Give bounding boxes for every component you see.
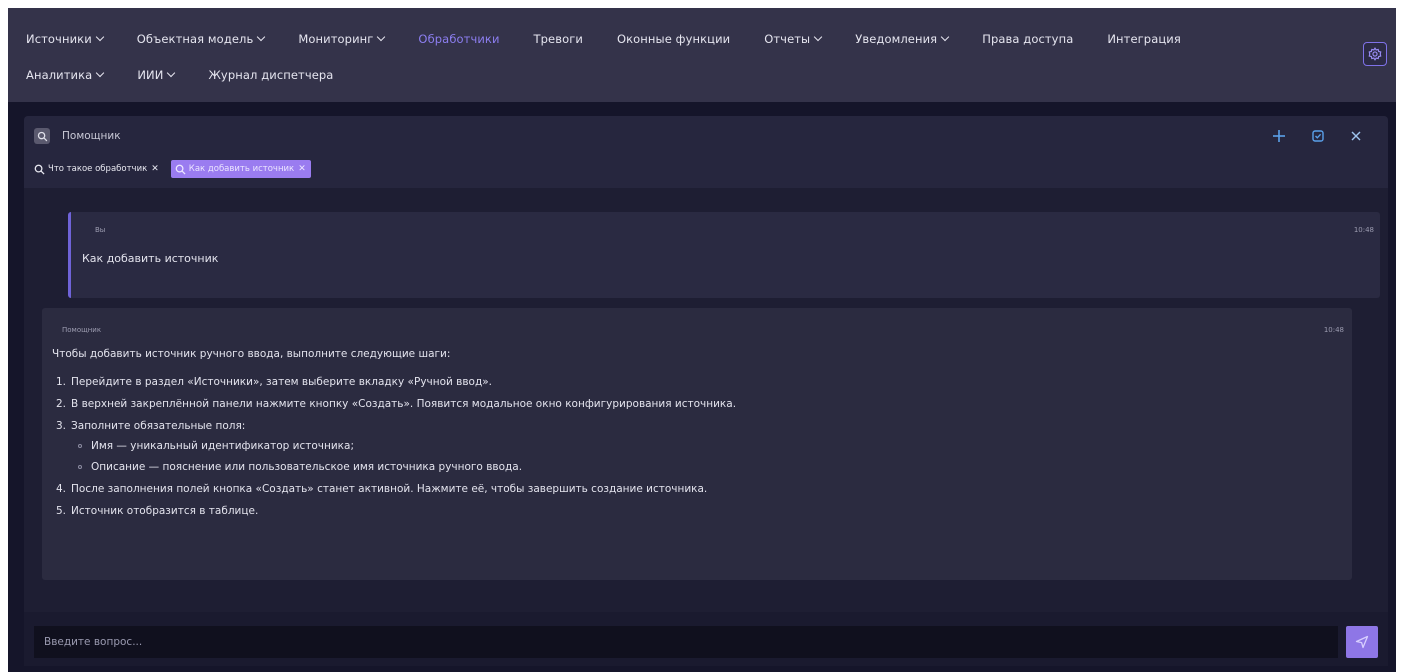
chat-tabs: Что такое обработчик ✕ Как добавить исто… — [32, 160, 318, 178]
chevron-down-icon — [96, 68, 105, 78]
history-icon — [1312, 130, 1324, 142]
nav-row-2: Аналитика ИИИ Журнал диспетчера — [26, 64, 367, 86]
nav-item-object-model[interactable]: Объектная модель — [137, 32, 266, 46]
user-message: Вы 10:48 Как добавить источник — [68, 212, 1380, 298]
chevron-down-icon — [167, 68, 176, 78]
assistant-header: Помощник Что такое обработчик ✕ Как доба… — [24, 116, 1388, 188]
close-button[interactable] — [1346, 126, 1366, 146]
chat-tab-what-is-handler[interactable]: Что такое обработчик ✕ — [32, 160, 164, 178]
nav-item-handlers[interactable]: Обработчики — [418, 32, 499, 46]
chat-tab-how-to-add-source[interactable]: Как добавить источник ✕ — [170, 160, 311, 178]
message-time: 10:48 — [1353, 226, 1374, 234]
new-chat-button[interactable] — [1269, 126, 1289, 146]
assistant-panel: Помощник Что такое обработчик ✕ Как доба… — [24, 116, 1388, 666]
message-intro: Чтобы добавить источник ручного ввода, в… — [52, 348, 451, 360]
search-icon — [175, 164, 186, 175]
gear-icon — [1368, 47, 1382, 61]
nav-item-analytics[interactable]: Аналитика — [26, 68, 105, 82]
nav-item-notifications[interactable]: Уведомления — [855, 32, 950, 46]
close-icon — [1351, 131, 1361, 141]
bullet-icon — [78, 444, 82, 448]
assistant-message: Помощник 10:48 Чтобы добавить источник р… — [42, 308, 1352, 580]
question-input-bar — [24, 612, 1388, 666]
search-icon — [37, 131, 47, 141]
nav-item-sources[interactable]: Источники — [26, 32, 105, 46]
chevron-down-icon — [257, 32, 266, 42]
plus-icon — [1273, 130, 1285, 142]
nav-item-reports[interactable]: Отчеты — [764, 32, 823, 46]
assistant-title: Помощник — [62, 130, 121, 142]
steps-list: 1. Перейдите в раздел «Источники», затем … — [52, 376, 1342, 517]
list-item: 2. В верхней закреплённой панели нажмите … — [56, 398, 737, 410]
history-button[interactable] — [1308, 126, 1328, 146]
close-tab-icon[interactable]: ✕ — [298, 164, 306, 174]
chevron-down-icon — [377, 32, 386, 42]
chevron-down-icon — [940, 32, 950, 42]
app-window: Источники Объектная модель Мониторинг Об… — [8, 8, 1396, 672]
nav-item-integration[interactable]: Интеграция — [1107, 32, 1181, 46]
nav-item-access-rights[interactable]: Права доступа — [982, 32, 1073, 46]
nav-row-1: Источники Объектная модель Мониторинг Об… — [26, 28, 1215, 50]
sub-list: Имя — уникальный идентификатор источника… — [56, 440, 1342, 473]
send-icon — [1355, 635, 1369, 649]
list-item: 5. Источник отобразится в таблице. — [56, 505, 259, 517]
nav-item-monitoring[interactable]: Мониторинг — [298, 32, 386, 46]
sub-list-item: Описание — пояснение или пользовательско… — [78, 461, 1342, 473]
chevron-down-icon — [813, 32, 823, 42]
nav-item-window-functions[interactable]: Оконные функции — [617, 32, 730, 46]
send-button[interactable] — [1346, 626, 1378, 658]
chevron-down-icon — [95, 32, 105, 42]
message-time: 10:48 — [1323, 326, 1344, 334]
list-item: 1. Перейдите в раздел «Источники», затем … — [56, 376, 493, 388]
list-item: 3. Заполните обязательные поля: Имя — уни… — [52, 420, 1342, 473]
search-icon — [34, 164, 45, 175]
message-author: Помощник — [62, 326, 102, 334]
message-body: Чтобы добавить источник ручного ввода, в… — [52, 348, 1342, 527]
assistant-icon — [34, 128, 50, 144]
top-navigation: Источники Объектная модель Мониторинг Об… — [8, 8, 1396, 102]
nav-item-dispatcher-log[interactable]: Журнал диспетчера — [208, 68, 333, 82]
bullet-icon — [78, 465, 82, 469]
sub-list-item: Имя — уникальный идентификатор источника… — [78, 440, 1342, 452]
question-input[interactable] — [34, 626, 1338, 658]
message-author: Вы — [95, 226, 106, 234]
message-text: Как добавить источник — [82, 252, 219, 265]
list-item: 4. После заполнения полей кнопка «Создать… — [56, 483, 708, 495]
settings-button[interactable] — [1363, 42, 1387, 66]
nav-item-ai[interactable]: ИИИ — [137, 68, 176, 82]
close-tab-icon[interactable]: ✕ — [151, 164, 159, 174]
nav-item-alarms[interactable]: Тревоги — [534, 32, 583, 46]
